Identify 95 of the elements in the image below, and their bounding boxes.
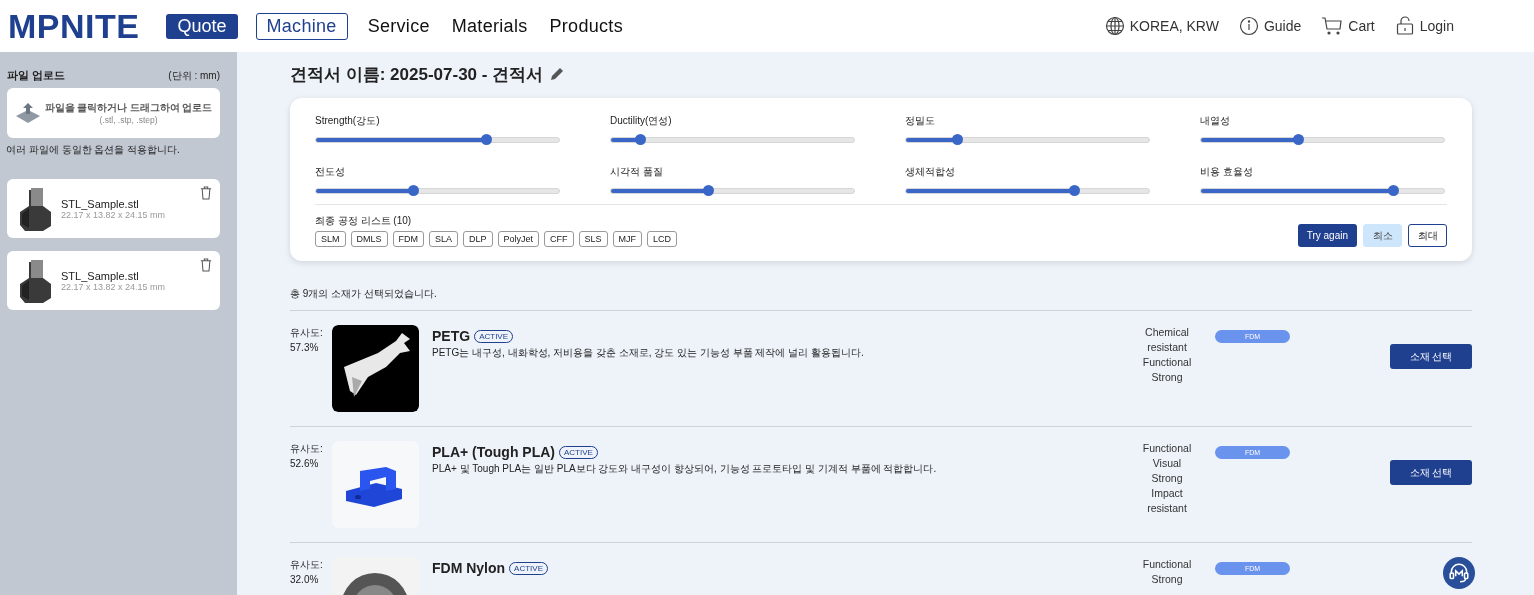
process-chip[interactable]: SLM	[315, 231, 346, 247]
slider-track[interactable]	[610, 137, 855, 143]
process-chip[interactable]: FDM	[392, 231, 425, 247]
material-name: PETG	[432, 328, 471, 344]
slider-label: 전도성	[315, 165, 346, 179]
slider-thumb[interactable]	[1068, 185, 1080, 196]
property-text: resistant	[1147, 501, 1187, 516]
similarity-value: 32.0%	[290, 573, 320, 587]
file-size: 22.17 x 13.82 x 24.15 mm	[61, 281, 166, 292]
nav-link[interactable]: Service	[356, 12, 441, 40]
file-card[interactable]: STL_Sample.stl 22.17 x 13.82 x 24.15 mm	[7, 179, 220, 238]
mode-button[interactable]: 최대	[1408, 224, 1447, 247]
cart-icon[interactable]	[1321, 16, 1344, 36]
process-list-title: 최종 공정 리스트 (10)	[315, 214, 413, 228]
pencil-icon[interactable]	[549, 66, 566, 82]
login-link[interactable]: Login	[1419, 18, 1454, 34]
quote-badge[interactable]: Quote	[166, 13, 238, 39]
property-text: Impact	[1151, 486, 1183, 501]
summary-text: 총 9개의 소재가 선택되었습니다.	[290, 287, 438, 301]
property-text: Functional	[1142, 355, 1192, 370]
sidebar-title: 파일 업로드	[7, 68, 66, 83]
nav-link[interactable]: Machine	[255, 12, 348, 40]
slider-label: Strength(강도)	[315, 114, 381, 128]
process-chip[interactable]: SLS	[578, 231, 608, 247]
slider-track[interactable]	[1200, 137, 1445, 143]
slider-label: 정밀도	[905, 114, 936, 128]
slider-thumb[interactable]	[952, 134, 963, 145]
trash-icon[interactable]	[200, 186, 212, 200]
similarity-value: 52.6%	[290, 457, 320, 471]
upload-area[interactable]: 파일을 클릭하거나 드래그하여 업로드 (.stl, .stp, .step)	[7, 88, 220, 138]
guide-link[interactable]: Guide	[1263, 18, 1302, 34]
slider-thumb[interactable]	[408, 185, 420, 196]
upload-icon	[14, 102, 41, 124]
process-chip[interactable]: DMLS	[350, 231, 388, 247]
process-chip[interactable]: CFF	[544, 231, 574, 247]
file-name: STL_Sample.stl	[61, 269, 140, 282]
slider-track[interactable]	[315, 137, 560, 143]
slider-label: 내열성	[1200, 114, 1231, 128]
similarity-label: 유사도:	[290, 326, 324, 340]
property-text: Strong	[1151, 572, 1183, 587]
slider-track[interactable]	[905, 137, 1150, 143]
slider-track[interactable]	[610, 188, 855, 194]
mode-button[interactable]: 최소	[1363, 224, 1402, 247]
slider-thumb[interactable]	[481, 134, 493, 145]
process-chip[interactable]: PolyJet	[497, 231, 540, 247]
file-name: STL_Sample.stl	[61, 197, 140, 210]
slider-label: 생체적합성	[905, 165, 956, 179]
file-card[interactable]: STL_Sample.stl 22.17 x 13.82 x 24.15 mm	[7, 251, 220, 310]
property-text: resistant	[1147, 340, 1187, 355]
property-text: Chemical	[1145, 325, 1189, 340]
unit-label: (단위 : mm)	[168, 69, 220, 83]
slider-thumb[interactable]	[703, 185, 715, 196]
upload-formats: (.stl, .stp, .step)	[99, 114, 158, 125]
info-icon[interactable]	[1238, 16, 1259, 36]
cart-link[interactable]: Cart	[1348, 18, 1375, 34]
material-name: PLA+ (Tough PLA)	[432, 444, 555, 460]
support-chat-button[interactable]	[1443, 557, 1475, 589]
trash-icon[interactable]	[200, 258, 212, 272]
property-text: Strong	[1151, 471, 1183, 486]
slider-thumb[interactable]	[635, 134, 647, 145]
select-material-button[interactable]: 소재 선택	[1390, 460, 1472, 485]
globe-icon[interactable]	[1104, 16, 1125, 36]
lock-icon[interactable]	[1394, 16, 1415, 36]
material-name: FDM Nylon	[432, 560, 506, 576]
similarity-label: 유사도:	[290, 558, 324, 572]
material-description: PLA+ 및 Tough PLA는 일반 PLA보다 강도와 내구성이 향상되어, 기능성 프로토타입 및 기계적 부품에 적합합니다.	[432, 462, 938, 476]
property-text: Visual	[1152, 456, 1182, 471]
region-link[interactable]: KOREA, KRW	[1129, 18, 1219, 34]
logo[interactable]: MPNITE	[8, 6, 140, 46]
sidebar-note: 여러 파일에 동일한 옵션을 적용합니다.	[6, 143, 181, 157]
slider-track[interactable]	[1200, 188, 1445, 194]
slider-track[interactable]	[905, 188, 1150, 194]
process-chip[interactable]: MJF	[612, 231, 643, 247]
material-description: PETG는 내구성, 내화학성, 저비용을 갖춘 소재로, 강도 있는 기능성 부품 제작에 널리 활용됩니다.	[432, 346, 865, 360]
process-chip[interactable]: DLP	[463, 231, 493, 247]
file-size: 22.17 x 13.82 x 24.15 mm	[61, 209, 166, 220]
process-chip[interactable]: LCD	[647, 231, 678, 247]
nav-link[interactable]: Materials	[440, 12, 539, 40]
quote-title: 견적서 이름: 2025-07-30 - 견적서	[290, 63, 544, 86]
process-chip[interactable]: SLA	[429, 231, 459, 247]
nav-link[interactable]: Products	[538, 12, 634, 40]
slider-label: 비용 효율성	[1200, 165, 1254, 179]
similarity-value: 57.3%	[290, 341, 320, 355]
property-text: Functional	[1142, 557, 1192, 572]
slider-thumb[interactable]	[1293, 134, 1305, 145]
similarity-label: 유사도:	[290, 442, 324, 456]
property-text: Functional	[1142, 441, 1192, 456]
slider-label: Ductility(연성)	[610, 114, 673, 128]
upload-label: 파일을 클릭하거나 드래그하여 업로드	[44, 101, 213, 115]
slider-thumb[interactable]	[1387, 185, 1399, 196]
slider-label: 시각적 품질	[610, 165, 664, 179]
slider-track[interactable]	[315, 188, 560, 194]
property-text: Strong	[1151, 370, 1183, 385]
select-material-button[interactable]: 소재 선택	[1390, 344, 1472, 369]
try-again-button[interactable]: Try again	[1297, 224, 1357, 247]
